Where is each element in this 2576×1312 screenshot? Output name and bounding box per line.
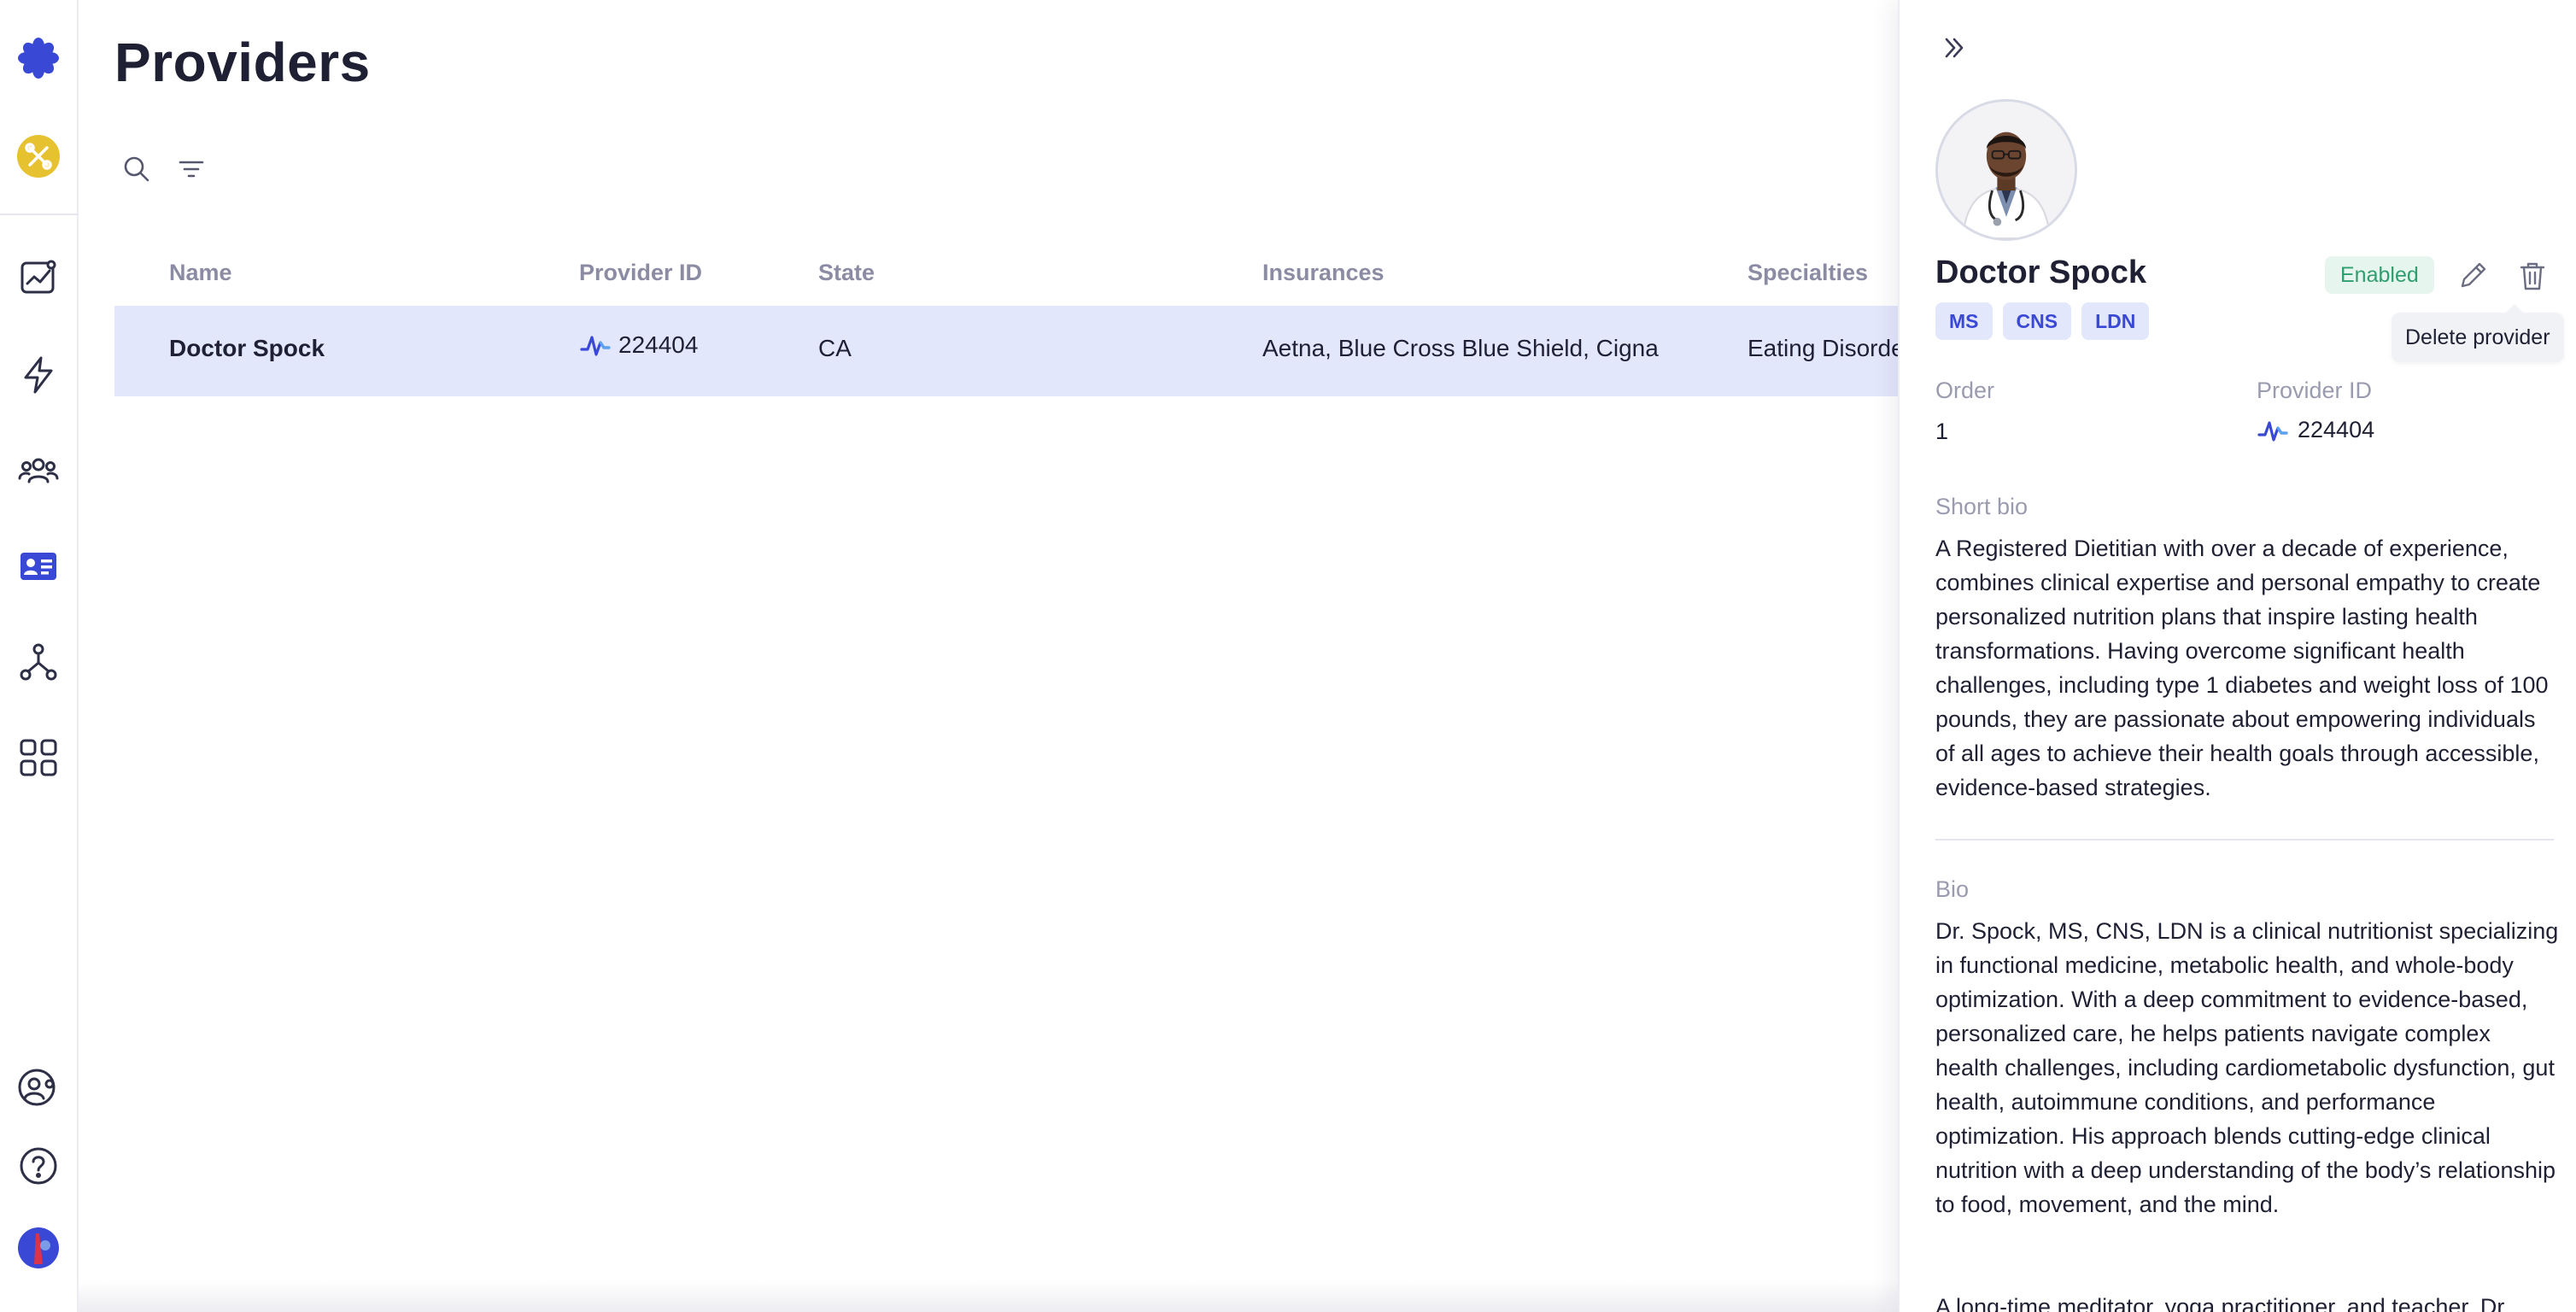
bio-paragraph-1: Dr. Spock, MS, CNS, LDN is a clinical nu… [1935,918,2559,1217]
main-content: Providers Name Provider ID State Insuran… [79,0,1905,1312]
page-title: Providers [114,32,371,93]
bottom-fade [79,1281,1898,1312]
column-header-insurances[interactable]: Insurances [1262,260,1385,286]
integrations-icon[interactable] [10,634,67,690]
users-icon[interactable] [10,442,67,499]
delete-provider-button[interactable] [2511,255,2554,297]
pencil-icon [2461,262,2486,288]
collapse-panel-button[interactable] [1935,29,1973,67]
cell-provider-id: 224404 [579,331,698,359]
column-header-provider-id[interactable]: Provider ID [579,260,702,286]
edit-provider-button[interactable] [2451,255,2494,297]
cell-insurances: Aetna, Blue Cross Blue Shield, Cigna [1262,335,1659,361]
bio-label: Bio [1935,876,1970,902]
apps-icon[interactable] [10,729,67,786]
provider-detail-panel: Doctor Spock Enabled Delete provider MS … [1898,0,2576,1312]
provider-name: Doctor Spock [1935,255,2147,290]
credential-badge: CNS [2002,302,2072,340]
section-divider [1935,839,2554,840]
analytics-icon[interactable] [10,249,67,306]
status-badge: Enabled [2325,256,2434,294]
credential-badge: LDN [2081,302,2150,340]
provider-id-text: 224404 [618,331,699,358]
search-icon [124,156,149,182]
column-header-specialties[interactable]: Specialties [1748,260,1868,286]
provider-id-label: Provider ID [2257,378,2373,403]
providers-icon[interactable] [10,538,67,594]
bio-paragraph-2: A long-time meditator, yoga practitioner… [1935,1294,2510,1312]
trash-icon [2520,262,2545,290]
provider-photo [1935,99,2077,241]
short-bio-text: A Registered Dietitian with over a decad… [1935,536,2549,800]
delete-provider-tooltip: Delete provider [2392,304,2564,362]
cell-specialties: Eating Disorde [1748,335,1905,361]
credential-list: MS CNS LDN [1935,302,2150,340]
pulse-icon [2257,420,2288,442]
cell-state: CA [818,335,852,361]
table-header: Name Provider ID State Insurances Specia… [114,248,1900,306]
account-icon[interactable] [10,1059,67,1116]
search-button[interactable] [118,150,155,188]
order-value: 1 [1935,419,1949,444]
workspace-icon[interactable] [10,128,67,184]
filter-button[interactable] [173,150,210,188]
cell-name: Doctor Spock [169,335,325,361]
filter-icon [179,161,204,178]
sidebar-nav [0,0,79,1312]
double-chevron-right-icon [1945,38,1964,58]
providers-table: Name Provider ID State Insurances Specia… [114,248,1905,396]
credential-badge: MS [1935,302,1993,340]
user-avatar[interactable] [10,1220,67,1276]
short-bio-label: Short bio [1935,494,2029,519]
provider-id-value: 224404 [2257,417,2374,443]
order-label: Order [1935,378,1995,403]
table-toolbar [118,150,210,188]
provider-id-text: 224404 [2298,417,2375,442]
help-icon[interactable] [10,1138,67,1194]
column-header-name[interactable]: Name [169,260,232,286]
logo-icon[interactable] [10,30,67,86]
column-header-state[interactable]: State [818,260,875,286]
table-row[interactable]: Doctor Spock 224404 CA Aetna, Blue Cross… [114,306,1905,396]
rail-divider [0,214,79,215]
automations-icon[interactable] [10,347,67,403]
pulse-icon [580,336,611,356]
